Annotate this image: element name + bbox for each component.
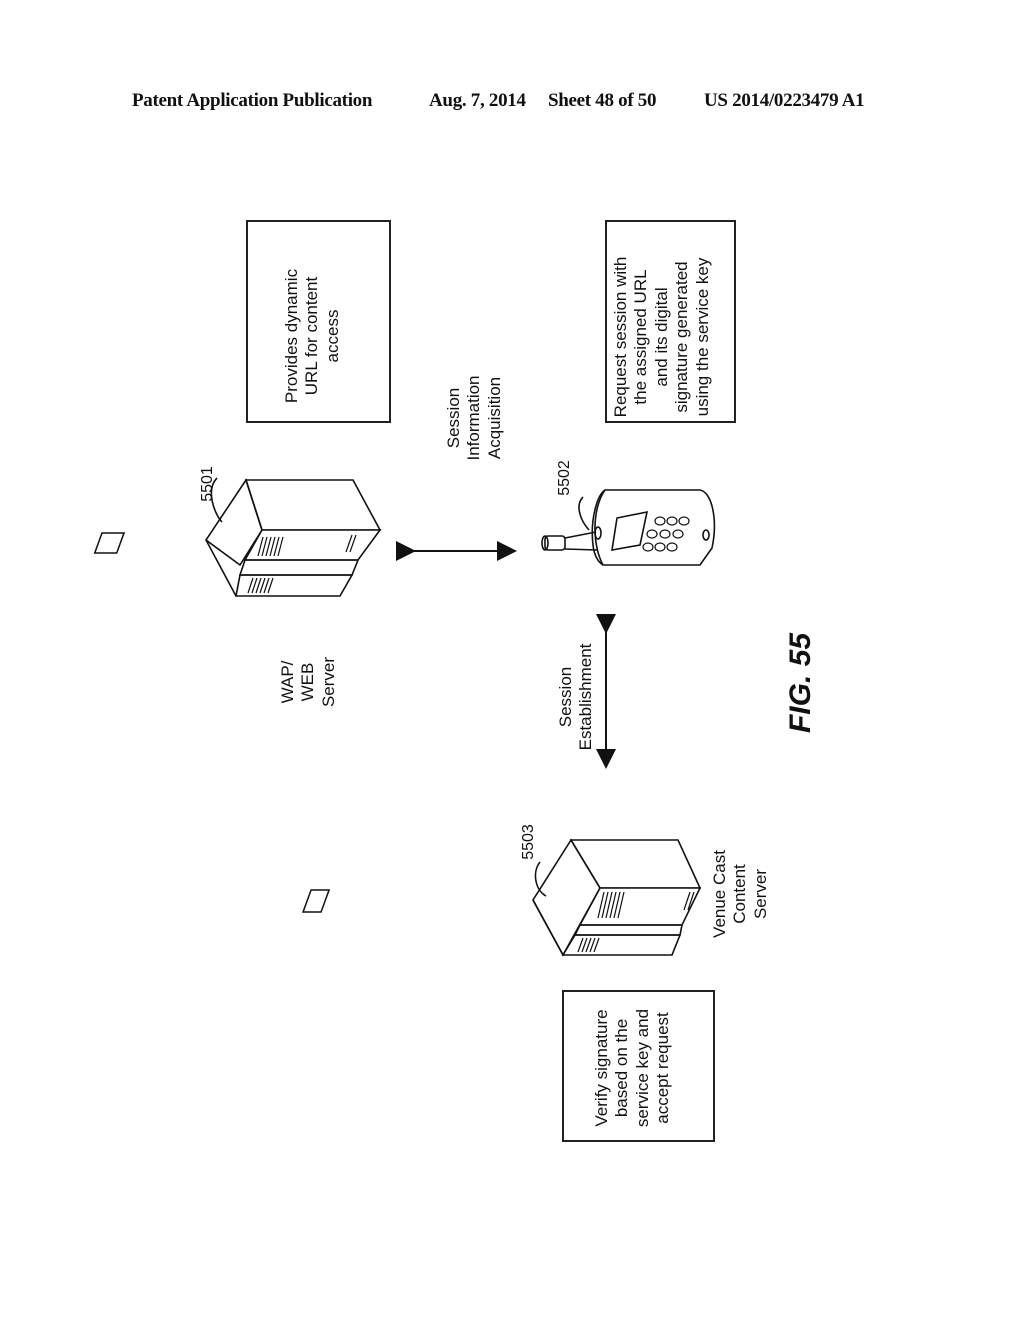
wap-server-icon — [93, 477, 382, 597]
ref-5503: 5503 — [520, 824, 537, 860]
establishment-label-line: Establishment — [576, 643, 596, 751]
diagram-canvas — [93, 477, 716, 957]
venue-label-line: Content — [730, 864, 750, 924]
venue-label-line: Venue Cast — [710, 850, 729, 938]
session-acquisition-label: Session Information Acquisition — [444, 358, 508, 478]
ref-5501: 5501 — [199, 466, 216, 502]
session-establishment-label: Session Establishment — [556, 632, 600, 762]
figure-label: FIG. 55 — [784, 632, 817, 734]
wap-server-label: WAP/ WEB Server — [278, 627, 342, 737]
venue-server-label: Venue Cast Content Server — [710, 839, 774, 949]
acquisition-label-line: Information — [464, 375, 484, 461]
wap-label-line: WAP/ — [278, 660, 297, 704]
establishment-label-line: Session — [556, 666, 575, 728]
wap-label-line: WEB — [298, 662, 318, 702]
wap-label-line: Server — [318, 656, 338, 708]
venue-label-line: Server — [750, 868, 770, 920]
venue-server-icon — [301, 838, 702, 957]
acquisition-label-line: Session — [444, 387, 463, 449]
acquisition-label-line: Acquisition — [484, 376, 504, 460]
ref-5502: 5502 — [556, 460, 573, 496]
